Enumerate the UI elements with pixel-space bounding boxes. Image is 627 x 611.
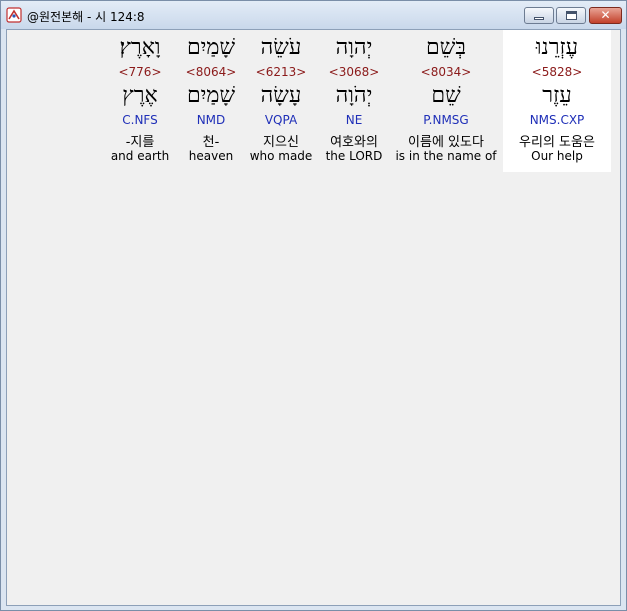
- maximize-button[interactable]: [556, 7, 586, 24]
- window-title: @원전본해 - 시 124:8: [27, 10, 145, 24]
- word-column[interactable]: שָׁמַיִם <8064> שָׁמַיִם NMD 천- heaven: [179, 30, 243, 172]
- hebrew-surface: יְהוָה: [335, 35, 373, 60]
- strong-number[interactable]: <3068>: [318, 65, 390, 79]
- close-icon: ✕: [600, 8, 611, 22]
- minimize-icon: [534, 17, 544, 20]
- app-icon: [6, 7, 22, 23]
- minimize-button[interactable]: [524, 7, 554, 24]
- hebrew-lemma: עָשָׂה: [260, 83, 302, 108]
- english-gloss: heaven: [188, 149, 234, 163]
- korean-gloss: -지를: [125, 135, 155, 150]
- strong-number[interactable]: <776>: [106, 65, 174, 79]
- strong-number[interactable]: <8034>: [393, 65, 499, 79]
- morphology-code[interactable]: NMS.CXP: [503, 113, 611, 127]
- morphology-code[interactable]: NE: [318, 113, 390, 127]
- hebrew-lemma: עֵזֶר: [542, 83, 572, 108]
- korean-gloss: 여호와의: [330, 135, 378, 150]
- word-column[interactable]: בְּשֵׁם <8034> שֵׁם P.NMSG 이름에 있도다 is in…: [393, 30, 499, 172]
- hebrew-surface: בְּשֵׁם: [426, 35, 466, 60]
- korean-gloss: 우리의 도움은: [519, 135, 595, 150]
- morphology-code[interactable]: VQPA: [247, 113, 315, 127]
- korean-gloss: 천-: [202, 135, 220, 150]
- word-column[interactable]: יְהוָה <3068> יְהֹוָה NE 여호와의 the LORD: [318, 30, 390, 172]
- english-gloss: the LORD: [325, 149, 383, 163]
- app-window: @원전본해 - 시 124:8 ✕ עֶזְרֵנוּ <5828> עֵזֶר…: [0, 0, 627, 611]
- maximize-icon: [566, 11, 577, 20]
- title-bar[interactable]: @원전본해 - 시 124:8 ✕: [1, 1, 626, 29]
- hebrew-surface: וָאָרֶץ׃: [119, 35, 161, 60]
- hebrew-lemma: שֵׁם: [431, 83, 461, 108]
- morphology-code[interactable]: C.NFS: [106, 113, 174, 127]
- korean-gloss: 이름에 있도다: [408, 135, 484, 150]
- english-gloss: who made: [249, 149, 313, 163]
- morphology-code[interactable]: NMD: [179, 113, 243, 127]
- morphology-code[interactable]: P.NMSG: [393, 113, 499, 127]
- close-button[interactable]: ✕: [589, 7, 622, 24]
- hebrew-surface: שָׁמַיִם: [186, 35, 236, 60]
- hebrew-surface: עֹשֵׂה: [260, 35, 302, 60]
- english-gloss: Our help: [531, 149, 583, 163]
- hebrew-lemma: יְהֹוָה: [335, 83, 373, 108]
- hebrew-surface: עֶזְרֵנוּ: [535, 35, 579, 60]
- word-column[interactable]: עֶזְרֵנוּ <5828> עֵזֶר NMS.CXP 우리의 도움은 O…: [503, 30, 611, 172]
- word-column[interactable]: עֹשֵׂה <6213> עָשָׂה VQPA 지으신 who made: [247, 30, 315, 172]
- strong-number[interactable]: <5828>: [503, 65, 611, 79]
- interlinear-panel: עֶזְרֵנוּ <5828> עֵזֶר NMS.CXP 우리의 도움은 O…: [6, 29, 621, 606]
- word-column[interactable]: וָאָרֶץ׃ <776> אֶרֶץ C.NFS -지를 and earth: [106, 30, 174, 172]
- strong-number[interactable]: <8064>: [179, 65, 243, 79]
- hebrew-lemma: שָׁמַיִם: [186, 83, 236, 108]
- hebrew-lemma: אֶרֶץ: [122, 83, 158, 108]
- korean-gloss: 지으신: [263, 135, 299, 150]
- strong-number[interactable]: <6213>: [247, 65, 315, 79]
- english-gloss: and earth: [110, 149, 170, 163]
- english-gloss: is in the name of: [395, 149, 497, 163]
